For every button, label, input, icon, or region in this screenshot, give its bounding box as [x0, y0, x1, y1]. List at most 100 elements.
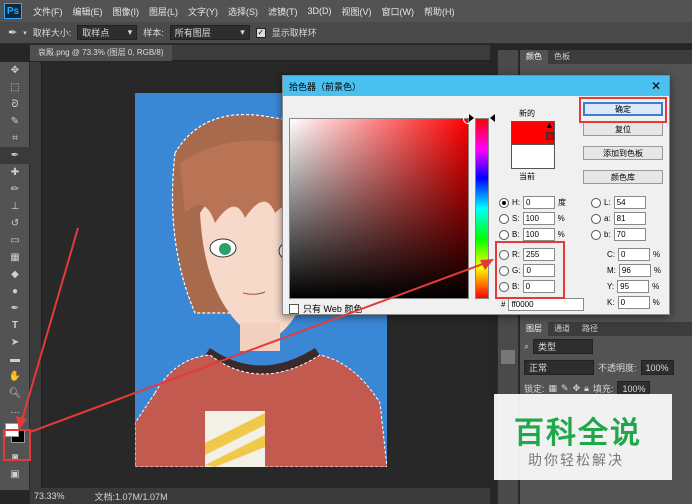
web-only-checkbox[interactable] — [289, 303, 299, 314]
brightness-row: B: 100 % — [499, 228, 565, 241]
history-brush-tool-icon[interactable]: ↺ — [0, 215, 30, 232]
magenta-unit: % — [653, 266, 662, 275]
sample-size-select[interactable]: 取样点 ▾ — [77, 25, 138, 40]
lab-b-input[interactable]: 70 — [613, 228, 646, 241]
tab-color[interactable]: 颜色 — [520, 50, 548, 64]
close-icon[interactable]: ✕ — [651, 79, 661, 93]
lab-a-input[interactable]: 81 — [613, 212, 646, 225]
gradient-tool-icon[interactable]: ▦ — [0, 249, 30, 266]
lab-a-radio[interactable] — [591, 213, 601, 224]
dodge-tool-icon[interactable]: ● — [0, 283, 30, 300]
show-sampling-ring-checkbox[interactable]: ✓ — [255, 27, 266, 38]
menu-help[interactable]: 帮助(H) — [419, 5, 460, 18]
lasso-tool-icon[interactable]: ᘐ — [0, 96, 30, 113]
hue-arrow-right-icon[interactable] — [490, 114, 495, 122]
hex-input[interactable]: ff0000 — [508, 298, 585, 311]
current-color-swatch[interactable] — [511, 145, 555, 169]
color-field[interactable] — [289, 114, 473, 299]
blend-mode-select[interactable]: 正常 — [524, 360, 594, 375]
eraser-tool-icon[interactable]: ▭ — [0, 232, 30, 249]
hand-tool-icon[interactable]: ✋ — [0, 368, 30, 385]
cyan-input[interactable]: 0 — [618, 248, 650, 261]
black-input[interactable]: 0 — [617, 296, 650, 309]
menu-layer[interactable]: 图层(L) — [144, 5, 183, 18]
lab-b-radio[interactable] — [591, 229, 601, 240]
menu-file[interactable]: 文件(F) — [28, 5, 68, 18]
quick-select-tool-icon[interactable]: ✎ — [0, 113, 30, 130]
hue-slider[interactable] — [475, 118, 489, 299]
chevron-down-icon: ▾ — [127, 27, 133, 37]
brush-tool-icon[interactable]: ✏ — [0, 181, 30, 198]
web-safe-warning-icon[interactable] — [546, 132, 554, 140]
eyedropper-tool-icon[interactable]: ✒ — [0, 147, 30, 164]
dialog-title-bar[interactable]: 拾色器（前景色） ✕ — [283, 76, 669, 96]
layer-kind-select[interactable]: 类型 — [533, 339, 594, 354]
opacity-field[interactable]: 100% — [640, 360, 674, 375]
hue-input[interactable]: 0 — [523, 196, 555, 209]
type-tool-icon[interactable]: T — [0, 317, 30, 334]
saturation-label: S: — [512, 214, 520, 223]
vertical-ruler — [30, 62, 42, 488]
menu-3d[interactable]: 3D(D) — [303, 6, 337, 16]
tab-swatches[interactable]: 色板 — [548, 50, 576, 64]
screen-mode-icon[interactable]: ▣ — [0, 466, 30, 483]
menu-filter[interactable]: 滤镜(T) — [263, 5, 303, 18]
blur-tool-icon[interactable]: ◆ — [0, 266, 30, 283]
foreground-color-swatch[interactable] — [5, 423, 19, 437]
brightness-input[interactable]: 100 — [522, 228, 555, 241]
saturation-radio[interactable] — [499, 213, 509, 224]
magenta-label: M: — [607, 266, 616, 275]
move-tool-icon[interactable]: ✥ — [0, 62, 30, 79]
zoom-tool-icon[interactable]: 🔍︎ — [0, 385, 30, 402]
opacity-value: 100% — [645, 362, 669, 373]
menu-view[interactable]: 视图(V) — [337, 5, 377, 18]
saturation-input[interactable]: 100 — [522, 212, 555, 225]
menu-window[interactable]: 窗口(W) — [377, 5, 420, 18]
lock-brush-icon[interactable]: ✎ — [561, 383, 569, 394]
out-of-gamut-warning-icon[interactable]: ▲ — [545, 120, 554, 130]
menu-select[interactable]: 选择(S) — [223, 5, 263, 18]
history-panel-icon[interactable] — [501, 350, 515, 364]
yellow-input[interactable]: 95 — [617, 280, 650, 293]
lab-l-input[interactable]: 54 — [613, 196, 646, 209]
eyedropper-tool-icon[interactable]: ✒ — [8, 26, 17, 39]
pen-tool-icon[interactable]: ✒ — [0, 300, 30, 317]
lock-all-icon[interactable]: 🔒︎ — [584, 383, 589, 394]
tool-preset-chevron-icon[interactable]: ▾ — [23, 29, 27, 37]
menu-bar: Ps 文件(F) 编辑(E) 图像(I) 图层(L) 文字(Y) 选择(S) 滤… — [0, 0, 692, 22]
more-tools-icon[interactable]: … — [0, 402, 30, 419]
quick-mask-icon[interactable]: ◙ — [0, 449, 30, 466]
brightness-unit: % — [557, 230, 565, 239]
lab-l-row: L: 54 — [591, 196, 646, 209]
marquee-tool-icon[interactable]: ⬚ — [0, 79, 30, 96]
crop-tool-icon[interactable]: ⌗ — [0, 130, 30, 147]
brightness-radio[interactable] — [499, 229, 509, 240]
tab-layers[interactable]: 图层 — [520, 322, 548, 336]
hue-arrow-left-icon[interactable] — [469, 114, 474, 122]
hue-radio[interactable] — [499, 197, 509, 208]
tab-channels[interactable]: 通道 — [548, 322, 576, 336]
zoom-level[interactable]: 73.33% — [34, 491, 65, 501]
menu-image[interactable]: 图像(I) — [108, 5, 145, 18]
shape-tool-icon[interactable]: ▬ — [0, 351, 30, 368]
reset-button[interactable]: 复位 — [583, 122, 663, 136]
add-to-swatches-button[interactable]: 添加到色板 — [583, 146, 663, 160]
clone-stamp-tool-icon[interactable]: ⊥ — [0, 198, 30, 215]
document-tab[interactable]: 哀殿.png @ 73.3% (图层 0, RGB/8) — [30, 45, 172, 61]
healing-brush-tool-icon[interactable]: ✚ — [0, 164, 30, 181]
tab-paths[interactable]: 路径 — [576, 322, 604, 336]
options-bar: ✒ ▾ 取样大小: 取样点 ▾ 样本: 所有图层 ▾ ✓ 显示取样环 — [0, 22, 692, 44]
menu-type[interactable]: 文字(Y) — [183, 5, 223, 18]
add-to-swatches-label: 添加到色板 — [603, 148, 643, 158]
lock-pixels-icon[interactable]: ▦ — [549, 383, 558, 394]
color-libraries-button[interactable]: 颜色库 — [583, 170, 663, 184]
lab-l-radio[interactable] — [591, 197, 601, 208]
web-only-option[interactable]: 只有 Web 颜色 — [289, 302, 362, 315]
menu-edit[interactable]: 编辑(E) — [68, 5, 108, 18]
lock-move-icon[interactable]: ✥ — [573, 383, 581, 394]
sample-select[interactable]: 所有图层 ▾ — [169, 25, 250, 40]
path-selection-tool-icon[interactable]: ➤ — [0, 334, 30, 351]
magenta-input[interactable]: 96 — [618, 264, 651, 277]
color-swatches — [0, 419, 29, 449]
dialog-title: 拾色器（前景色） — [289, 81, 362, 92]
